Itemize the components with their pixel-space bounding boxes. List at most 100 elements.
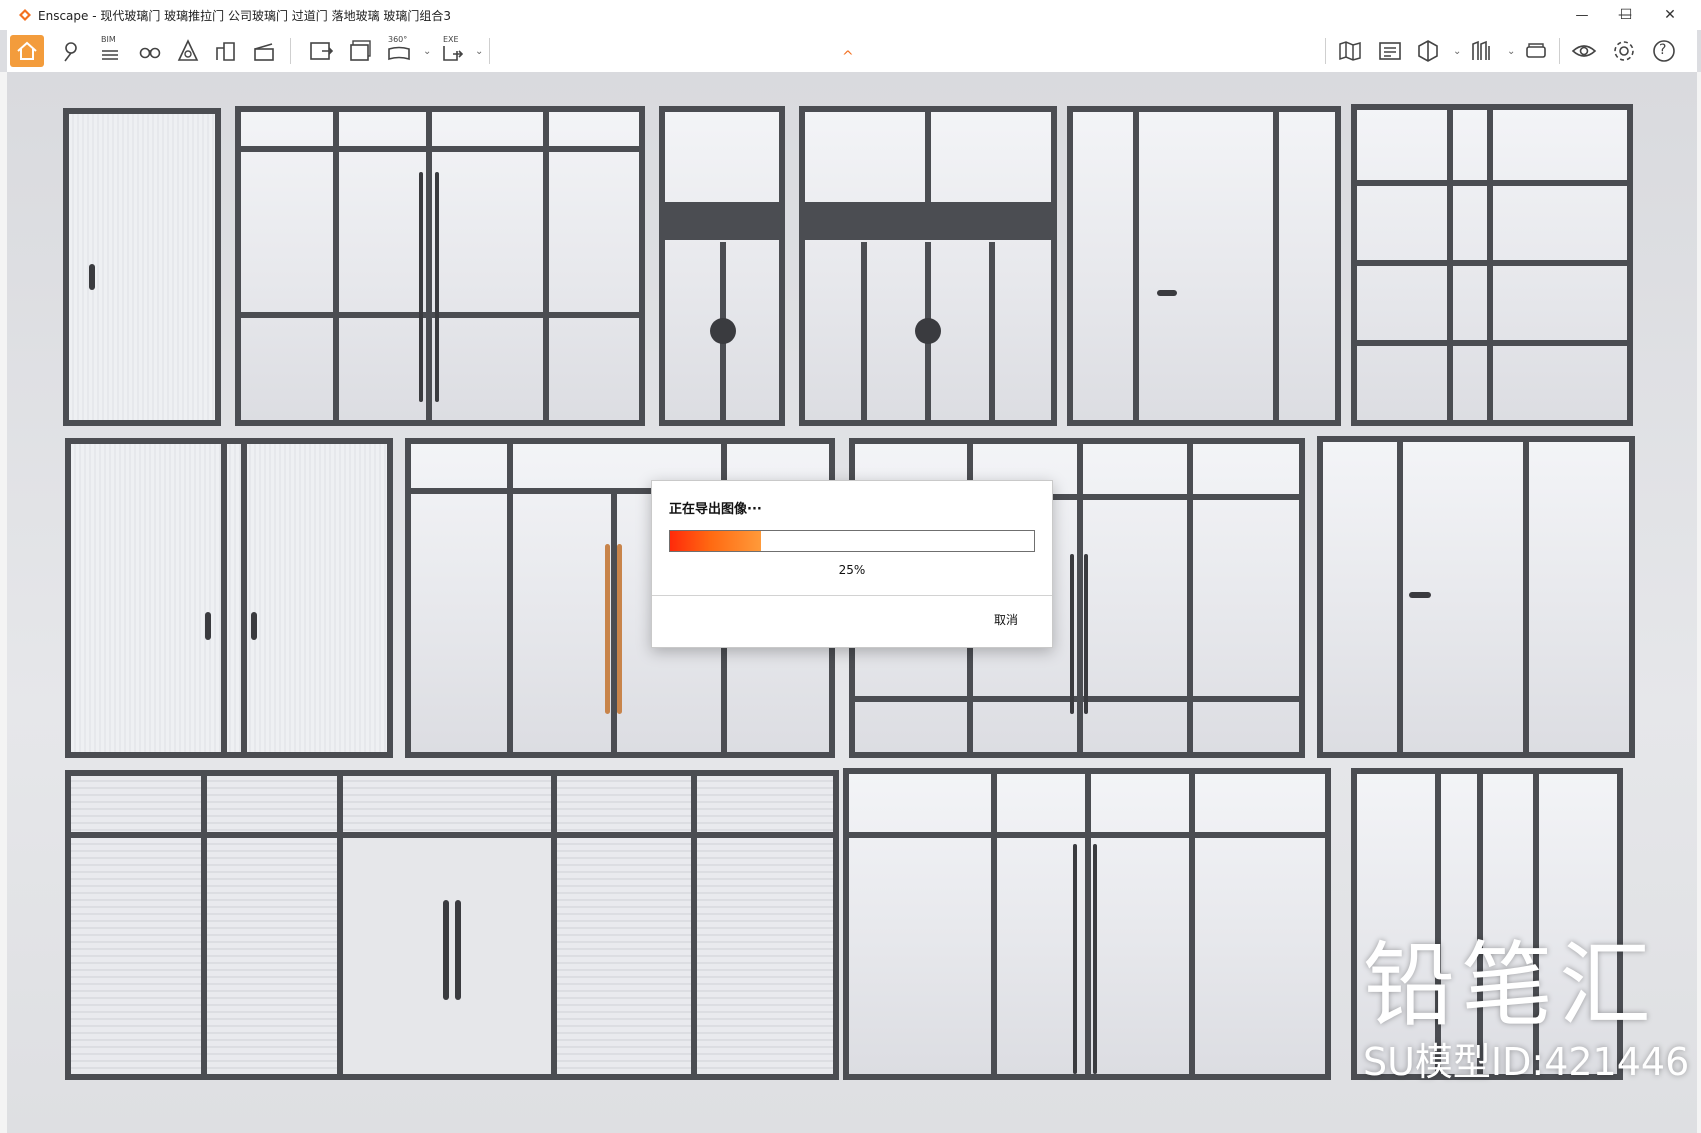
frame-bar (241, 146, 639, 152)
frame-bar (241, 444, 247, 752)
panorama-label: 360° (388, 35, 408, 44)
door-handle (1157, 290, 1177, 296)
help-button[interactable]: ? (1647, 35, 1681, 67)
map-button[interactable] (1333, 35, 1367, 67)
dialog-divider (652, 595, 1052, 596)
visual-settings-button[interactable] (1567, 35, 1601, 67)
door-model (659, 106, 785, 426)
views-icon (1472, 40, 1490, 60)
close-icon: ✕ (1664, 7, 1676, 23)
binoculars-button[interactable] (133, 35, 167, 67)
cube-dropdown-icon[interactable]: ⌄ (1453, 46, 1461, 57)
sun-button[interactable] (171, 35, 205, 67)
min-button[interactable]: — (1560, 0, 1604, 30)
batch-render-icon (350, 40, 371, 61)
close-button[interactable]: ✕ (1648, 0, 1692, 30)
max-button[interactable]: ☐ (1604, 0, 1648, 30)
buildings-button[interactable] (209, 35, 243, 67)
frame-bar (543, 112, 549, 420)
door-model (65, 770, 839, 1080)
minus-icon: — (1575, 7, 1589, 23)
views-button[interactable] (1465, 35, 1499, 67)
frame-bar (925, 112, 931, 220)
door-handle (617, 544, 622, 714)
door-handle (1070, 554, 1074, 714)
cancel-button[interactable]: 取消 (994, 611, 1018, 628)
frame-bar (241, 312, 639, 318)
settings-button[interactable] (1607, 35, 1641, 67)
location-button[interactable] (53, 35, 87, 67)
panorama-button[interactable]: 360° (382, 35, 416, 67)
title-bar: Enscape - 现代玻璃门 玻璃推拉门 公司玻璃门 过道门 落地玻璃 玻璃门… (0, 0, 1701, 30)
door-handle (455, 900, 461, 1000)
right-window-edge (1697, 72, 1701, 1133)
map-icon (1339, 41, 1361, 61)
frame-bar (861, 242, 867, 420)
home-button[interactable] (10, 35, 44, 67)
export-exe-button[interactable]: EXE (435, 35, 469, 67)
export-dropdown-icon[interactable]: ⌄ (475, 46, 483, 57)
frame-bar (1189, 774, 1195, 1074)
frame-bar (1273, 112, 1279, 420)
buildings-icon (216, 42, 235, 61)
door-handle (605, 544, 610, 714)
door-knob (915, 318, 941, 344)
door-knob (710, 318, 736, 344)
frame-bar (991, 774, 997, 1074)
watermark: 铅笔汇 SU模型ID:421446 (1363, 936, 1689, 1085)
frame-bar (665, 202, 779, 240)
gear-icon (1614, 41, 1634, 61)
frame-bar (1085, 774, 1091, 1074)
square-icon: ☐ (1619, 7, 1633, 23)
asset-library-button[interactable] (1373, 35, 1407, 67)
views-dropdown-icon[interactable]: ⌄ (1507, 46, 1515, 57)
frame-bar (1357, 340, 1627, 346)
door-model (1317, 436, 1635, 758)
vr-button[interactable] (1519, 35, 1553, 67)
toolbar-separator (489, 38, 490, 64)
dialog-title: 正在导出图像··· (669, 502, 762, 517)
export-progress-dialog: 正在导出图像··· 25% 取消 (651, 480, 1053, 648)
toolbar-separator (1559, 38, 1560, 64)
collapse-toolbar-icon[interactable]: ^ (842, 50, 854, 64)
home-icon (17, 41, 37, 60)
panorama-dropdown-icon[interactable]: ⌄ (423, 46, 431, 57)
door-handle (435, 172, 439, 402)
door-handle (89, 264, 95, 290)
frame-bar (1523, 442, 1529, 752)
batch-render-button[interactable] (344, 35, 378, 67)
toolbar-separator (290, 38, 291, 64)
door-handle (419, 172, 423, 402)
bim-label: BIM (101, 35, 116, 44)
door-model (65, 438, 393, 758)
progress-percent: 25% (838, 563, 866, 577)
cube-icon (1418, 40, 1438, 62)
frame-bar (1133, 112, 1139, 420)
door-model (843, 768, 1331, 1080)
toolbar-separator (1325, 38, 1326, 64)
door-handle (1093, 844, 1097, 1074)
frame-bar (989, 242, 995, 420)
cube-button[interactable] (1411, 35, 1445, 67)
frame-bar (221, 444, 227, 752)
screenshot-button[interactable] (304, 35, 338, 67)
door-handle (1084, 554, 1088, 714)
frame-bar (1397, 442, 1403, 752)
binoculars-icon (139, 47, 161, 59)
frame-bar (691, 776, 697, 1074)
window-title: Enscape - 现代玻璃门 玻璃推拉门 公司玻璃门 过道门 落地玻璃 玻璃门… (38, 8, 452, 23)
door-handle (443, 900, 449, 1000)
clapper-icon (254, 43, 274, 61)
frame-bar (333, 112, 339, 420)
frame-bar (1187, 444, 1193, 752)
door-model (1067, 106, 1341, 426)
door-model (63, 108, 221, 426)
frame-bar (1357, 180, 1627, 186)
help-glyph: ? (1659, 42, 1667, 58)
progress-fill (670, 531, 761, 551)
bim-button[interactable]: BIM (93, 35, 127, 67)
door-handle (1073, 844, 1077, 1074)
sun-icon (177, 39, 199, 61)
clapper-button[interactable] (247, 35, 281, 67)
door-model (235, 106, 645, 426)
